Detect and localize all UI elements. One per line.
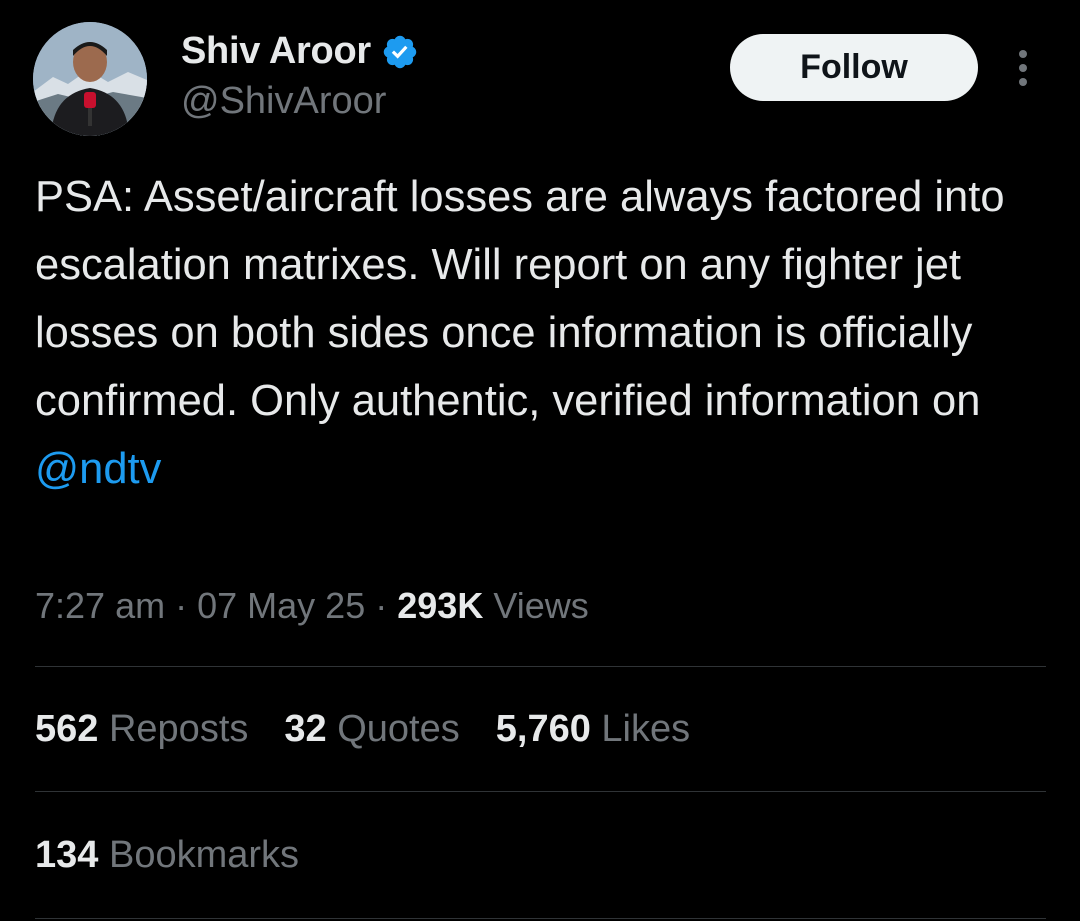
views-label: Views <box>493 585 589 626</box>
more-dot <box>1019 50 1027 58</box>
more-dot <box>1019 64 1027 72</box>
meta-separator: · <box>175 585 188 626</box>
bookmarks-count: 134 <box>35 834 99 876</box>
more-dot <box>1019 78 1027 86</box>
tweet-body: PSA: Asset/aircraft losses are always fa… <box>35 173 1005 425</box>
bookmarks-label: Bookmarks <box>108 834 300 876</box>
likes-count: 5,760 <box>495 708 591 750</box>
more-options-icon[interactable] <box>1008 48 1038 88</box>
views-count: 293K <box>397 585 484 626</box>
quotes-count: 32 <box>284 708 327 750</box>
divider <box>35 666 1046 667</box>
quotes-label: Quotes <box>337 708 460 750</box>
mention-link[interactable]: @ndtv <box>35 445 161 493</box>
quotes-stat[interactable]: 32 Quotes <box>284 708 459 751</box>
tweet-date[interactable]: 07 May 25 <box>197 585 365 626</box>
reposts-label: Reposts <box>108 708 249 750</box>
avatar-photo <box>33 22 147 136</box>
reposts-count: 562 <box>35 708 99 750</box>
engagement-stats: 562 Reposts 32 Quotes 5,760 Likes <box>35 708 690 751</box>
tweet-time[interactable]: 7:27 am <box>35 585 165 626</box>
tweet-text: PSA: Asset/aircraft losses are always fa… <box>35 163 1045 503</box>
likes-stat[interactable]: 5,760 Likes <box>496 708 690 751</box>
follow-button[interactable]: Follow <box>730 34 978 101</box>
author-name[interactable]: Shiv Aroor <box>181 30 371 73</box>
bookmarks-stat[interactable]: 134 Bookmarks <box>35 834 299 877</box>
divider <box>35 918 1046 919</box>
author-handle[interactable]: @ShivAroor <box>181 80 386 123</box>
tweet-meta: 7:27 am · 07 May 25 · 293K Views <box>35 585 589 627</box>
meta-separator: · <box>375 585 388 626</box>
reposts-stat[interactable]: 562 Reposts <box>35 708 248 751</box>
avatar[interactable] <box>33 22 147 136</box>
likes-label: Likes <box>601 708 691 750</box>
verified-badge-icon <box>383 35 417 68</box>
divider <box>35 791 1046 792</box>
